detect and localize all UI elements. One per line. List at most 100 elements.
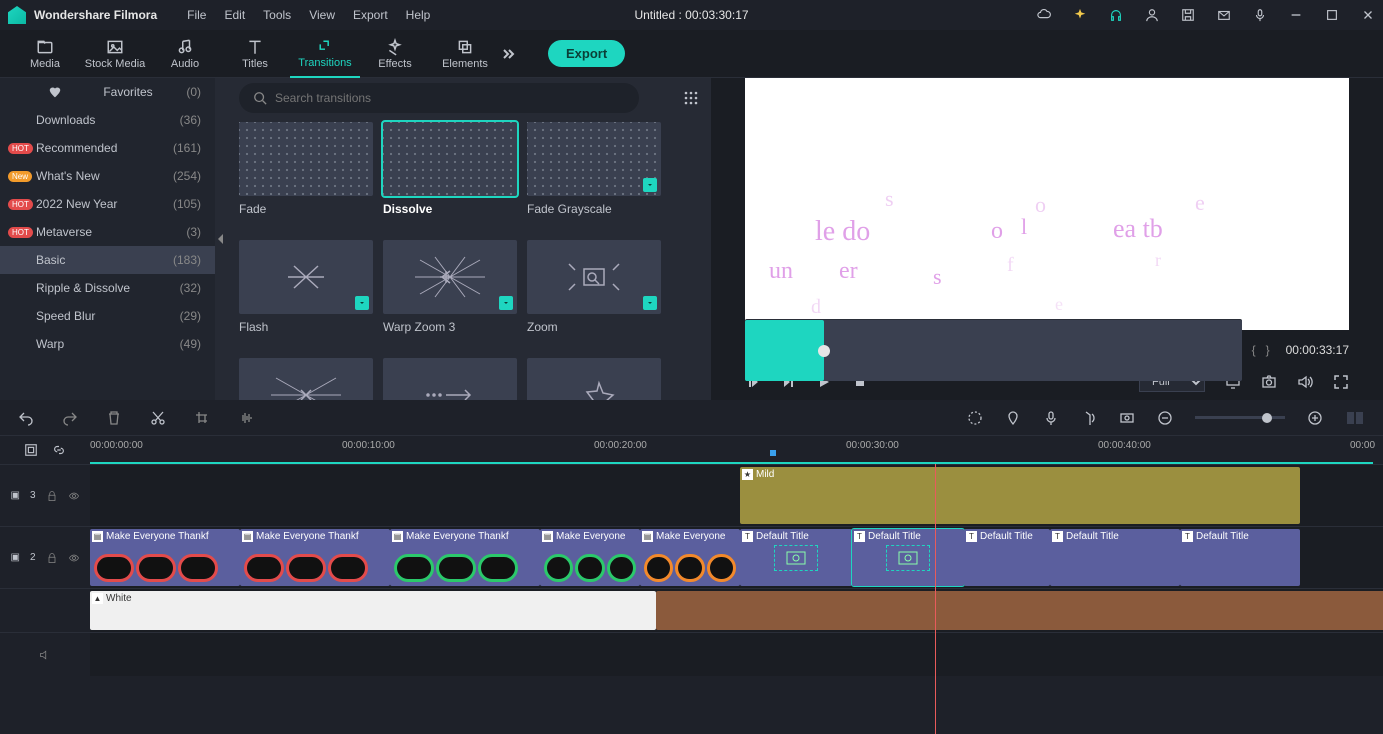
video-clip[interactable]: ▤Make Everyone: [540, 529, 640, 586]
transition-dissolve[interactable]: Dissolve: [383, 122, 517, 230]
transition-warp-zoom-3[interactable]: Warp Zoom 3: [383, 240, 517, 348]
zoom-slider[interactable]: [1195, 416, 1285, 419]
video-clip[interactable]: ▤Make Everyone Thankf: [240, 529, 390, 586]
save-icon[interactable]: [1181, 8, 1195, 22]
title-clip[interactable]: TDefault Title: [852, 529, 964, 586]
timeline-tracks[interactable]: ▣3 ★ Mild ▣2 ▤Make Everyone Thankf▤Make …: [0, 464, 1383, 734]
transitions-gallery: FadeDissolveFade Grayscale FlashWarp Zoom…: [227, 78, 711, 400]
sidebar-item-what-s-new[interactable]: NewWhat's New(254): [0, 162, 215, 190]
sparkle-icon[interactable]: [1073, 8, 1087, 22]
mute-icon[interactable]: [39, 649, 51, 661]
fullscreen-icon[interactable]: [1333, 374, 1349, 390]
cloud-icon[interactable]: [1037, 8, 1051, 22]
voiceover-icon[interactable]: [1043, 410, 1059, 426]
sidebar-item-downloads[interactable]: Downloads(36): [0, 106, 215, 134]
audio-wave-icon[interactable]: [238, 410, 254, 426]
title-clip[interactable]: ★ Mild: [740, 467, 1300, 524]
track-toggle-icon[interactable]: ▣: [10, 552, 19, 563]
zoom-fit-icon[interactable]: [1345, 410, 1365, 426]
sidebar-item-metaverse[interactable]: HOTMetaverse(3): [0, 218, 215, 246]
snapshot-icon[interactable]: [1261, 374, 1277, 390]
playhead[interactable]: [935, 464, 936, 734]
link-icon[interactable]: [52, 443, 66, 457]
mail-icon[interactable]: [1217, 8, 1231, 22]
module-media[interactable]: Media: [10, 30, 80, 78]
module-titles[interactable]: Titles: [220, 30, 290, 78]
more-modules[interactable]: [500, 46, 530, 62]
headphones-icon[interactable]: [1109, 8, 1123, 22]
download-icon[interactable]: [643, 296, 657, 310]
menu-file[interactable]: File: [187, 8, 206, 22]
close-icon[interactable]: [1361, 8, 1375, 22]
title-clip[interactable]: TDefault Title: [740, 529, 852, 586]
audio-clip[interactable]: [656, 591, 1383, 630]
download-icon[interactable]: [643, 178, 657, 192]
transition-fade[interactable]: Fade: [239, 122, 373, 230]
sidebar-item-recommended[interactable]: HOTRecommended(161): [0, 134, 215, 162]
menu-edit[interactable]: Edit: [224, 8, 245, 22]
collapse-sidebar[interactable]: [215, 78, 227, 400]
mic-download-icon[interactable]: [1253, 8, 1267, 22]
title-clip[interactable]: TDefault Title: [1050, 529, 1180, 586]
record-icon[interactable]: [1119, 410, 1135, 426]
eye-icon[interactable]: [68, 552, 80, 564]
export-button[interactable]: Export: [548, 40, 625, 67]
sidebar-item-speed-blur[interactable]: Speed Blur(29): [0, 302, 215, 330]
video-clip[interactable]: ▤Make Everyone Thankf: [390, 529, 540, 586]
menu-export[interactable]: Export: [353, 8, 388, 22]
menu-view[interactable]: View: [309, 8, 335, 22]
transition-item[interactable]: [383, 358, 517, 400]
module-effects[interactable]: Effects: [360, 30, 430, 78]
timeline-ruler[interactable]: 00:00:00:0000:00:10:0000:00:20:0000:00:3…: [90, 436, 1383, 464]
title-clip[interactable]: TDefault Title: [1180, 529, 1300, 586]
search-box[interactable]: [239, 83, 639, 113]
transition-fade-grayscale[interactable]: Fade Grayscale: [527, 122, 661, 230]
transition-flash[interactable]: Flash: [239, 240, 373, 348]
audio-mixer-icon[interactable]: [1081, 410, 1097, 426]
search-input[interactable]: [275, 91, 625, 105]
module-transitions[interactable]: Transitions: [290, 30, 360, 78]
track-manage-icon[interactable]: [24, 443, 38, 457]
user-icon[interactable]: [1145, 8, 1159, 22]
module-elements[interactable]: Elements: [430, 30, 500, 78]
preview-scrubber[interactable]: { } 00:00:33:17: [745, 336, 1349, 364]
white-clip[interactable]: ▲ White: [90, 591, 656, 630]
title-clip[interactable]: TDefault Title: [964, 529, 1050, 586]
maximize-icon[interactable]: [1325, 8, 1339, 22]
preview-viewport[interactable]: le dosooleea tbunersfrde: [745, 78, 1349, 330]
lock-icon[interactable]: [46, 552, 58, 564]
sidebar-item-ripple-dissolve[interactable]: Ripple & Dissolve(32): [0, 274, 215, 302]
delete-icon[interactable]: [106, 410, 122, 426]
render-icon[interactable]: [967, 410, 983, 426]
minimize-icon[interactable]: [1289, 8, 1303, 22]
undo-icon[interactable]: [18, 410, 34, 426]
sidebar-item-warp[interactable]: Warp(49): [0, 330, 215, 358]
transition-item[interactable]: [239, 358, 373, 400]
volume-icon[interactable]: [1297, 374, 1313, 390]
track-toggle-icon[interactable]: ▣: [10, 490, 19, 501]
sidebar-item-basic[interactable]: Basic(183): [0, 246, 215, 274]
module-audio[interactable]: Audio: [150, 30, 220, 78]
crop-icon[interactable]: [194, 410, 210, 426]
grid-view-icon[interactable]: [683, 90, 699, 106]
module-stock-media[interactable]: Stock Media: [80, 30, 150, 78]
sidebar-item-2022-new-year[interactable]: HOT2022 New Year(105): [0, 190, 215, 218]
zoom-out-icon[interactable]: [1157, 410, 1173, 426]
menu-help[interactable]: Help: [406, 8, 431, 22]
lock-icon[interactable]: [46, 490, 58, 502]
cut-icon[interactable]: [150, 410, 166, 426]
video-clip[interactable]: ▤Make Everyone Thankf: [90, 529, 240, 586]
menu-tools[interactable]: Tools: [263, 8, 291, 22]
preview-text: l: [1021, 214, 1027, 240]
download-icon[interactable]: [355, 296, 369, 310]
transition-item[interactable]: [527, 358, 661, 400]
sidebar-item-favorites[interactable]: Favorites(0): [0, 78, 215, 106]
redo-icon[interactable]: [62, 410, 78, 426]
video-clip[interactable]: ▤Make Everyone: [640, 529, 740, 586]
marker-icon[interactable]: [1005, 410, 1021, 426]
download-icon[interactable]: [499, 296, 513, 310]
zoom-in-icon[interactable]: [1307, 410, 1323, 426]
eye-icon[interactable]: [68, 490, 80, 502]
timeline: 00:00:00:0000:00:10:0000:00:20:0000:00:3…: [0, 400, 1383, 734]
transition-zoom[interactable]: Zoom: [527, 240, 661, 348]
